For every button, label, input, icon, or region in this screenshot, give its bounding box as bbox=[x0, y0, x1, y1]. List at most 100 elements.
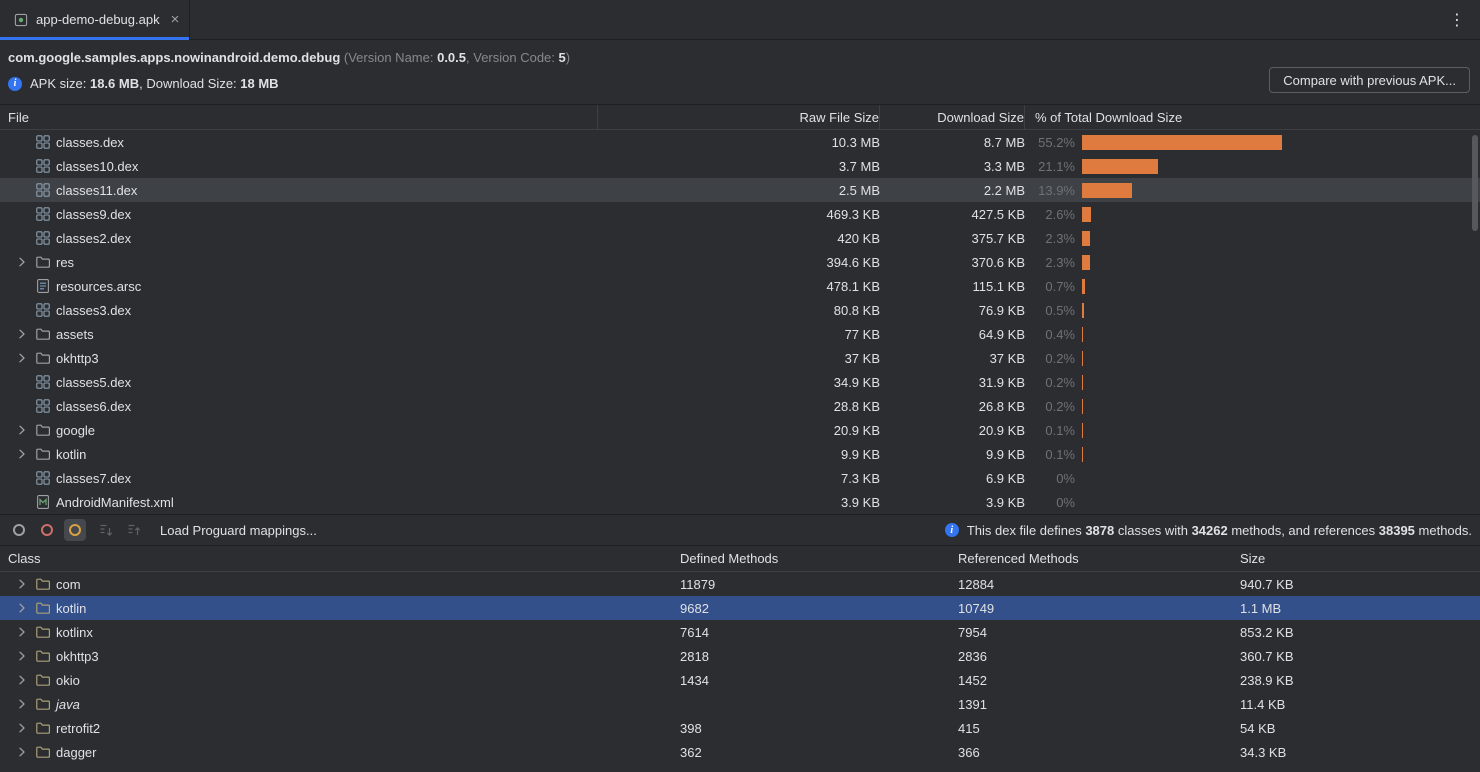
file-name: classes2.dex bbox=[56, 231, 131, 246]
download-pct-bar bbox=[1082, 327, 1083, 342]
file-row[interactable]: classes10.dex 3.7 MB 3.3 MB 21.1% bbox=[0, 154, 1480, 178]
compare-apk-button[interactable]: Compare with previous APK... bbox=[1269, 67, 1470, 93]
file-row[interactable]: res 394.6 KB 370.6 KB 2.3% bbox=[0, 250, 1480, 274]
download-pct: 0.4% bbox=[1025, 327, 1075, 342]
show-references-button[interactable] bbox=[64, 519, 86, 541]
download-pct: 0.7% bbox=[1025, 279, 1075, 294]
package-icon bbox=[35, 672, 51, 688]
class-row[interactable]: com 11879 12884 940.7 KB bbox=[0, 572, 1480, 596]
expand-chevron-icon[interactable] bbox=[13, 254, 30, 270]
download-pct-bar bbox=[1082, 207, 1091, 222]
class-row[interactable]: kotlin 9682 10749 1.1 MB bbox=[0, 596, 1480, 620]
file-row[interactable]: classes6.dex 28.8 KB 26.8 KB 0.2% bbox=[0, 394, 1480, 418]
file-name: assets bbox=[56, 327, 94, 342]
download-pct-bar bbox=[1082, 351, 1083, 366]
column-header-raw-size[interactable]: Raw File Size bbox=[598, 105, 880, 129]
file-row[interactable]: AndroidManifest.xml 3.9 KB 3.9 KB 0% bbox=[0, 490, 1480, 514]
download-pct: 55.2% bbox=[1025, 135, 1075, 150]
tab-title: app-demo-debug.apk bbox=[36, 12, 160, 27]
file-row[interactable]: kotlin 9.9 KB 9.9 KB 0.1% bbox=[0, 442, 1480, 466]
download-size: 6.9 KB bbox=[880, 471, 1025, 486]
expand-chevron-icon[interactable] bbox=[13, 576, 30, 592]
raw-size: 28.8 KB bbox=[598, 399, 880, 414]
expand-chevron-icon[interactable] bbox=[13, 720, 30, 736]
defined-methods: 7614 bbox=[672, 625, 950, 640]
expand-chevron-icon[interactable] bbox=[13, 672, 30, 688]
class-size: 54 KB bbox=[1232, 721, 1480, 736]
class-row[interactable]: dagger 362 366 34.3 KB bbox=[0, 740, 1480, 764]
dex-viewer-toolbar: Load Proguard mappings... i This dex fil… bbox=[0, 514, 1480, 546]
expand-chevron-icon[interactable] bbox=[13, 446, 30, 462]
file-table-scrollbar[interactable] bbox=[1472, 135, 1478, 231]
methods-icon bbox=[41, 524, 53, 536]
download-size: 115.1 KB bbox=[880, 279, 1025, 294]
download-pct-bar bbox=[1082, 279, 1085, 294]
raw-size: 20.9 KB bbox=[598, 423, 880, 438]
expand-chevron-icon[interactable] bbox=[13, 422, 30, 438]
file-table-body: classes.dex 10.3 MB 8.7 MB 55.2% classes… bbox=[0, 130, 1480, 514]
defined-methods: 362 bbox=[672, 745, 950, 760]
expand-all-icon[interactable] bbox=[98, 522, 114, 538]
raw-size: 7.3 KB bbox=[598, 471, 880, 486]
load-proguard-mappings-button[interactable]: Load Proguard mappings... bbox=[160, 523, 317, 538]
class-row[interactable]: okio 1434 1452 238.9 KB bbox=[0, 668, 1480, 692]
folder-icon bbox=[35, 254, 51, 270]
download-pct: 0.2% bbox=[1025, 351, 1075, 366]
file-row[interactable]: classes2.dex 420 KB 375.7 KB 2.3% bbox=[0, 226, 1480, 250]
expand-chevron-icon[interactable] bbox=[13, 744, 30, 760]
referenced-methods: 1391 bbox=[950, 697, 1232, 712]
file-name: res bbox=[56, 255, 74, 270]
class-row[interactable]: okhttp3 2818 2836 360.7 KB bbox=[0, 644, 1480, 668]
class-row[interactable]: java 1391 11.4 KB bbox=[0, 692, 1480, 716]
expand-chevron-icon[interactable] bbox=[13, 600, 30, 616]
download-size: 31.9 KB bbox=[880, 375, 1025, 390]
file-row[interactable]: classes.dex 10.3 MB 8.7 MB 55.2% bbox=[0, 130, 1480, 154]
class-size: 1.1 MB bbox=[1232, 601, 1480, 616]
class-name: com bbox=[56, 577, 81, 592]
file-row[interactable]: okhttp3 37 KB 37 KB 0.2% bbox=[0, 346, 1480, 370]
file-row[interactable]: assets 77 KB 64.9 KB 0.4% bbox=[0, 322, 1480, 346]
download-size: 9.9 KB bbox=[880, 447, 1025, 462]
file-row[interactable]: classes7.dex 7.3 KB 6.9 KB 0% bbox=[0, 466, 1480, 490]
tab-close-icon[interactable]: × bbox=[171, 12, 180, 27]
expand-chevron-icon[interactable] bbox=[13, 648, 30, 664]
expand-chevron-icon[interactable] bbox=[13, 696, 30, 712]
collapse-all-icon[interactable] bbox=[126, 522, 142, 538]
file-row[interactable]: classes11.dex 2.5 MB 2.2 MB 13.9% bbox=[0, 178, 1480, 202]
file-row[interactable]: classes5.dex 34.9 KB 31.9 KB 0.2% bbox=[0, 370, 1480, 394]
class-row[interactable]: retrofit2 398 415 54 KB bbox=[0, 716, 1480, 740]
column-header-download-size[interactable]: Download Size bbox=[880, 105, 1025, 129]
expand-chevron-icon[interactable] bbox=[13, 350, 30, 366]
more-options-icon[interactable]: ⋮ bbox=[1434, 0, 1480, 39]
column-header-defined-methods[interactable]: Defined Methods bbox=[672, 546, 950, 571]
expand-chevron-icon[interactable] bbox=[13, 326, 30, 342]
file-name: classes11.dex bbox=[56, 183, 137, 198]
file-row[interactable]: classes3.dex 80.8 KB 76.9 KB 0.5% bbox=[0, 298, 1480, 322]
class-row[interactable]: kotlinx 7614 7954 853.2 KB bbox=[0, 620, 1480, 644]
show-fields-button[interactable] bbox=[8, 519, 30, 541]
column-header-file[interactable]: File bbox=[0, 105, 598, 129]
column-header-class[interactable]: Class bbox=[0, 546, 672, 571]
column-header-referenced-methods[interactable]: Referenced Methods bbox=[950, 546, 1232, 571]
file-table: File Raw File Size Download Size % of To… bbox=[0, 104, 1480, 514]
expand-chevron-icon[interactable] bbox=[13, 624, 30, 640]
show-methods-button[interactable] bbox=[36, 519, 58, 541]
raw-size: 37 KB bbox=[598, 351, 880, 366]
class-name: kotlinx bbox=[56, 625, 93, 640]
referenced-methods: 7954 bbox=[950, 625, 1232, 640]
file-row[interactable]: google 20.9 KB 20.9 KB 0.1% bbox=[0, 418, 1480, 442]
file-name: classes.dex bbox=[56, 135, 124, 150]
download-pct: 2.3% bbox=[1025, 255, 1075, 270]
download-pct-bar bbox=[1082, 375, 1083, 390]
tab-apk-file[interactable]: app-demo-debug.apk × bbox=[0, 0, 190, 39]
folder-icon bbox=[35, 350, 51, 366]
referenced-methods: 12884 bbox=[950, 577, 1232, 592]
class-table-header: Class Defined Methods Referenced Methods… bbox=[0, 546, 1480, 572]
file-row[interactable]: classes9.dex 469.3 KB 427.5 KB 2.6% bbox=[0, 202, 1480, 226]
column-header-size[interactable]: Size bbox=[1232, 546, 1480, 571]
dex-file-icon bbox=[35, 134, 51, 150]
download-size: 375.7 KB bbox=[880, 231, 1025, 246]
column-header-pct-of-download[interactable]: % of Total Download Size bbox=[1025, 105, 1480, 129]
file-name: classes7.dex bbox=[56, 471, 131, 486]
file-row[interactable]: resources.arsc 478.1 KB 115.1 KB 0.7% bbox=[0, 274, 1480, 298]
